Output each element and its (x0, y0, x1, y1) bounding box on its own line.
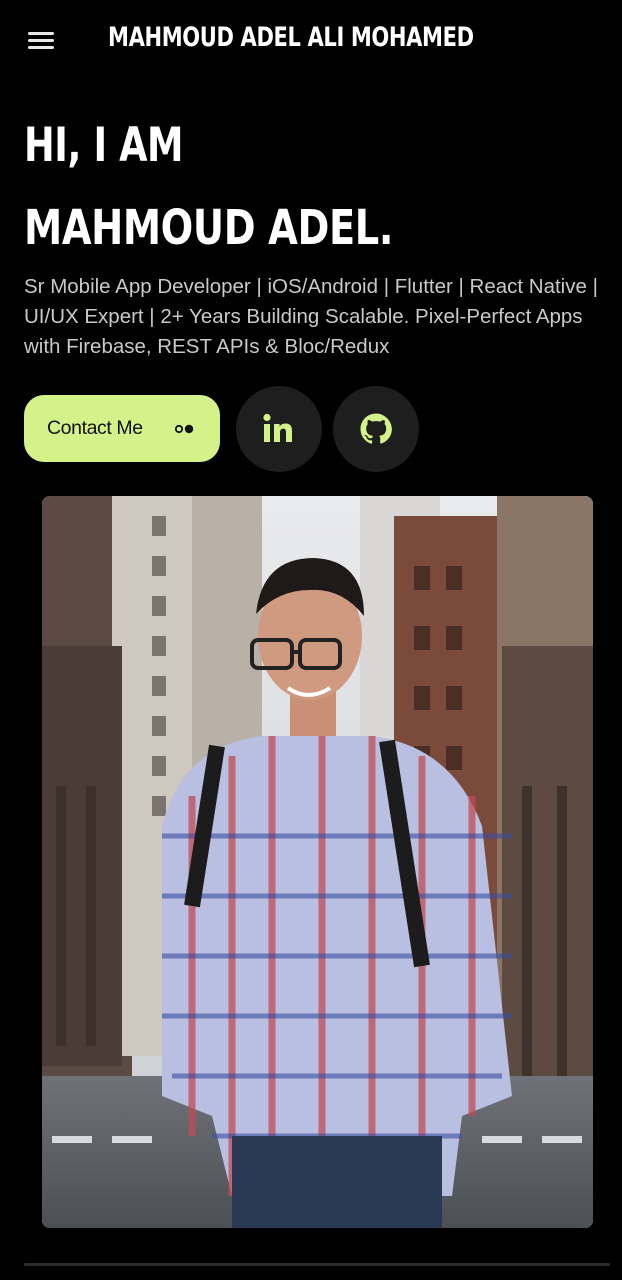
github-icon (360, 413, 392, 444)
github-button[interactable] (333, 386, 419, 472)
contact-me-label: Contact Me (47, 417, 143, 439)
hero-tagline: Sr Mobile App Developer | iOS/Android | … (24, 275, 598, 358)
hero-name: MAHMOUD ADEL. (24, 200, 394, 256)
profile-photo (42, 496, 593, 1228)
site-brand[interactable]: MAHMOUD ADEL ALI MOHAMED (108, 22, 474, 53)
hero-greeting: HI, I AM (24, 118, 184, 173)
top-bar: MAHMOUD ADEL ALI MOHAMED (0, 0, 622, 84)
hamburger-menu-icon[interactable] (26, 28, 58, 52)
dots-icon (174, 424, 194, 434)
contact-me-button[interactable]: Contact Me (24, 395, 220, 462)
linkedin-icon (263, 413, 292, 442)
linkedin-button[interactable] (236, 386, 322, 472)
section-divider (24, 1263, 610, 1266)
